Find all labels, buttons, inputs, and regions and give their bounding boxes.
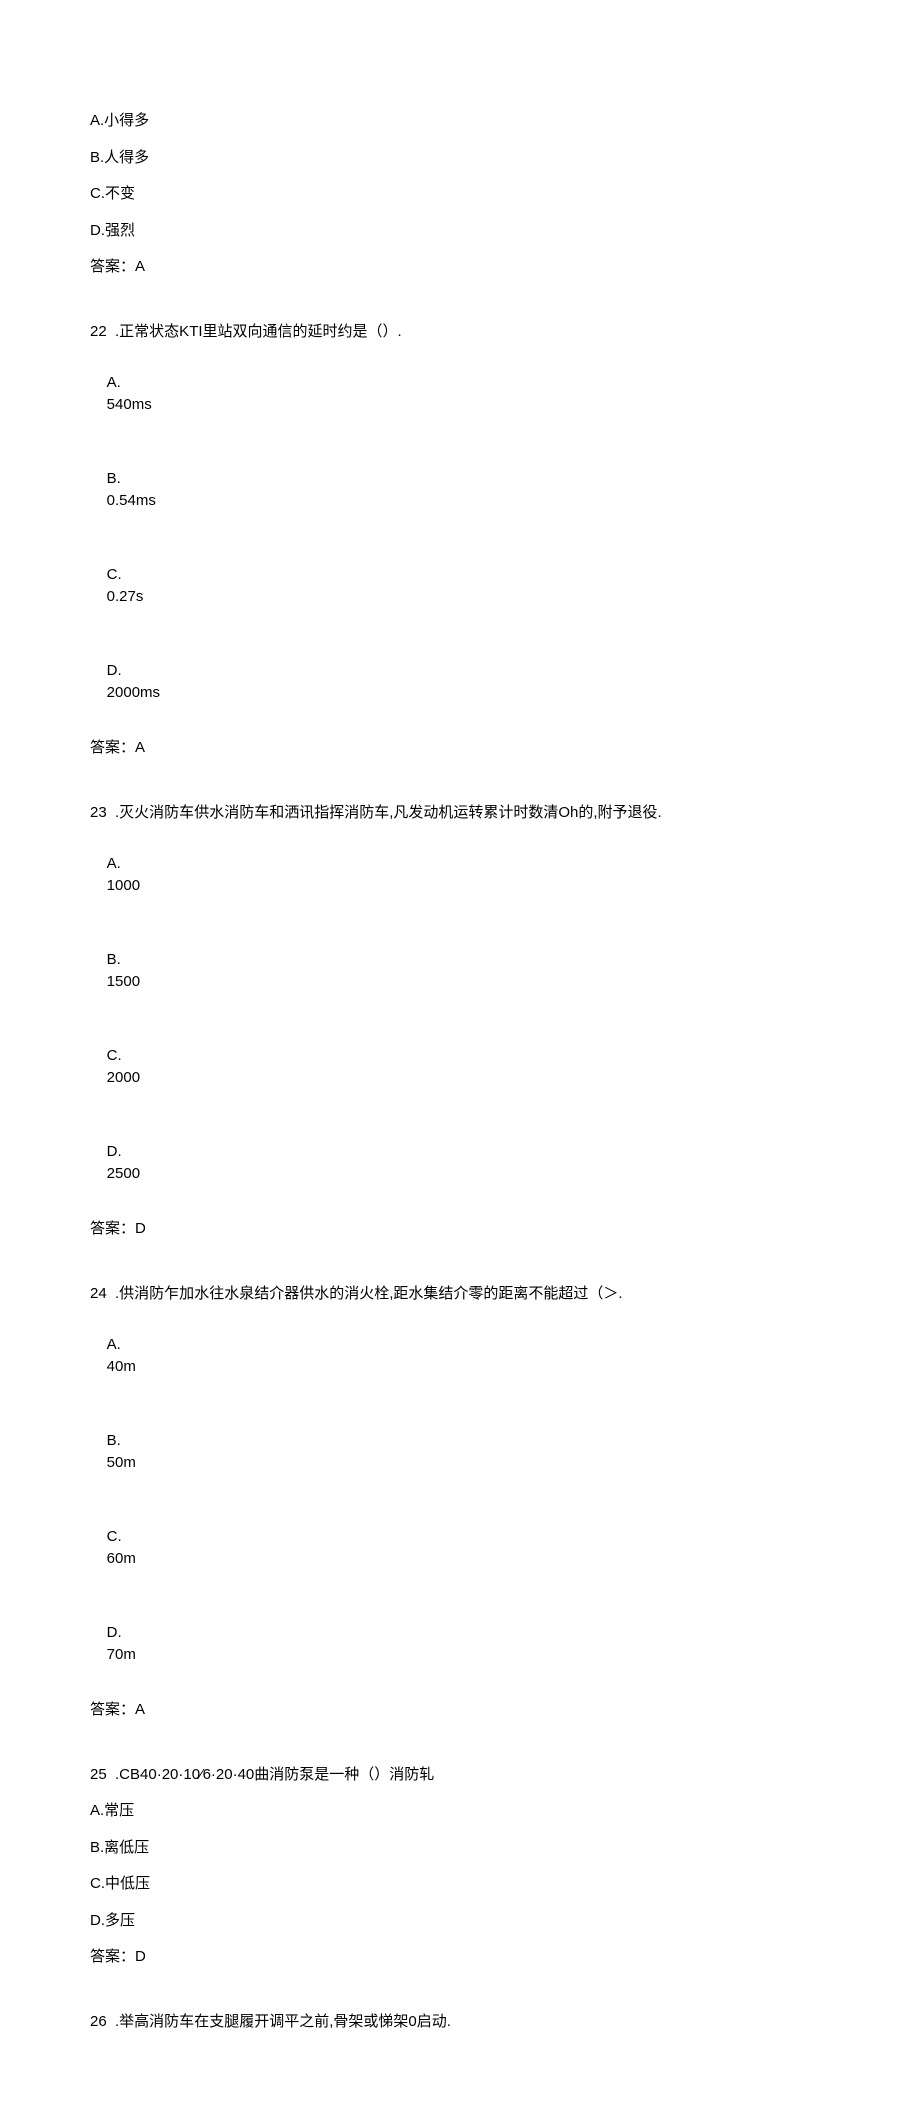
q24-option-d-text: 70m <box>107 1646 136 1663</box>
q24-option-b: B. 50m <box>90 1407 830 1497</box>
q25-option-b: B.离低压 <box>90 1837 830 1860</box>
q25-option-c: C.中低压 <box>90 1873 830 1896</box>
q22-option-d-text: 2000ms <box>107 684 160 701</box>
q26-stem: 26 .举高消防车在支腿履开调平之前,骨架或悌架0启动. <box>90 2011 830 2034</box>
q22-option-b-text: 0.54ms <box>107 492 156 509</box>
q22-option-c: C. 0.27s <box>90 541 830 631</box>
q23-option-c-text: 2000 <box>107 1069 140 1086</box>
q24-answer: 答案：A <box>90 1699 830 1722</box>
q23-option-b-letter: B. <box>107 949 135 972</box>
q22-option-c-letter: C. <box>107 564 135 587</box>
q24-option-d: D. 70m <box>90 1599 830 1689</box>
q24-option-b-text: 50m <box>107 1454 136 1471</box>
q21-option-a: A.小得多 <box>90 110 830 133</box>
q23-option-c: C. 2000 <box>90 1022 830 1112</box>
q24-option-c-text: 60m <box>107 1550 136 1567</box>
q24-stem: 24 .供消防乍加水往水泉结介器供水的消火栓,距水集结介零的距离不能超过（＞. <box>90 1283 830 1306</box>
q24-option-c: C. 60m <box>90 1503 830 1593</box>
q23-option-a-text: 1000 <box>107 877 140 894</box>
q22-option-c-text: 0.27s <box>107 588 144 605</box>
q21-option-b: B.人得多 <box>90 147 830 170</box>
q24-option-c-letter: C. <box>107 1526 135 1549</box>
q24-option-d-letter: D. <box>107 1622 135 1645</box>
q25-option-d: D.多压 <box>90 1910 830 1933</box>
q23-option-b: B. 1500 <box>90 926 830 1016</box>
q22-stem: 22 .正常状态KTI里站双向通信的延时约是（）. <box>90 321 830 344</box>
q24-option-a-letter: A. <box>107 1334 135 1357</box>
q23-option-b-text: 1500 <box>107 973 140 990</box>
q24-option-a-text: 40m <box>107 1358 136 1375</box>
q21-option-c: C.不变 <box>90 183 830 206</box>
q23-option-a: A. 1000 <box>90 830 830 920</box>
q24-option-a: A. 40m <box>90 1311 830 1401</box>
q21-option-d: D.强烈 <box>90 220 830 243</box>
q22-option-d-letter: D. <box>107 660 135 683</box>
q22-option-a-text: 540ms <box>107 396 152 413</box>
q22-option-b: B. 0.54ms <box>90 445 830 535</box>
q22-option-a: A. 540ms <box>90 349 830 439</box>
q23-stem: 23 .灭火消防车供水消防车和洒讯指挥消防车,凡发动机运转累计时数清Oh的,附予… <box>90 802 830 825</box>
q22-option-d: D. 2000ms <box>90 637 830 727</box>
q22-option-b-letter: B. <box>107 468 135 491</box>
document-page: A.小得多 B.人得多 C.不变 D.强烈 答案：A 22 .正常状态KTI里站… <box>0 0 920 2113</box>
q24-option-b-letter: B. <box>107 1430 135 1453</box>
q25-stem: 25 .CB40·20·10⁄6·20·40曲消防泵是一种（）消防轧 <box>90 1764 830 1787</box>
q23-option-c-letter: C. <box>107 1045 135 1068</box>
q22-option-a-letter: A. <box>107 372 135 395</box>
q23-option-d-text: 2500 <box>107 1165 140 1182</box>
q21-answer: 答案：A <box>90 256 830 279</box>
q25-answer: 答案：D <box>90 1946 830 1969</box>
q23-answer: 答案：D <box>90 1218 830 1241</box>
q23-option-a-letter: A. <box>107 853 135 876</box>
q22-answer: 答案：A <box>90 737 830 760</box>
q23-option-d-letter: D. <box>107 1141 135 1164</box>
q25-option-a: A.常压 <box>90 1800 830 1823</box>
q23-option-d: D. 2500 <box>90 1118 830 1208</box>
